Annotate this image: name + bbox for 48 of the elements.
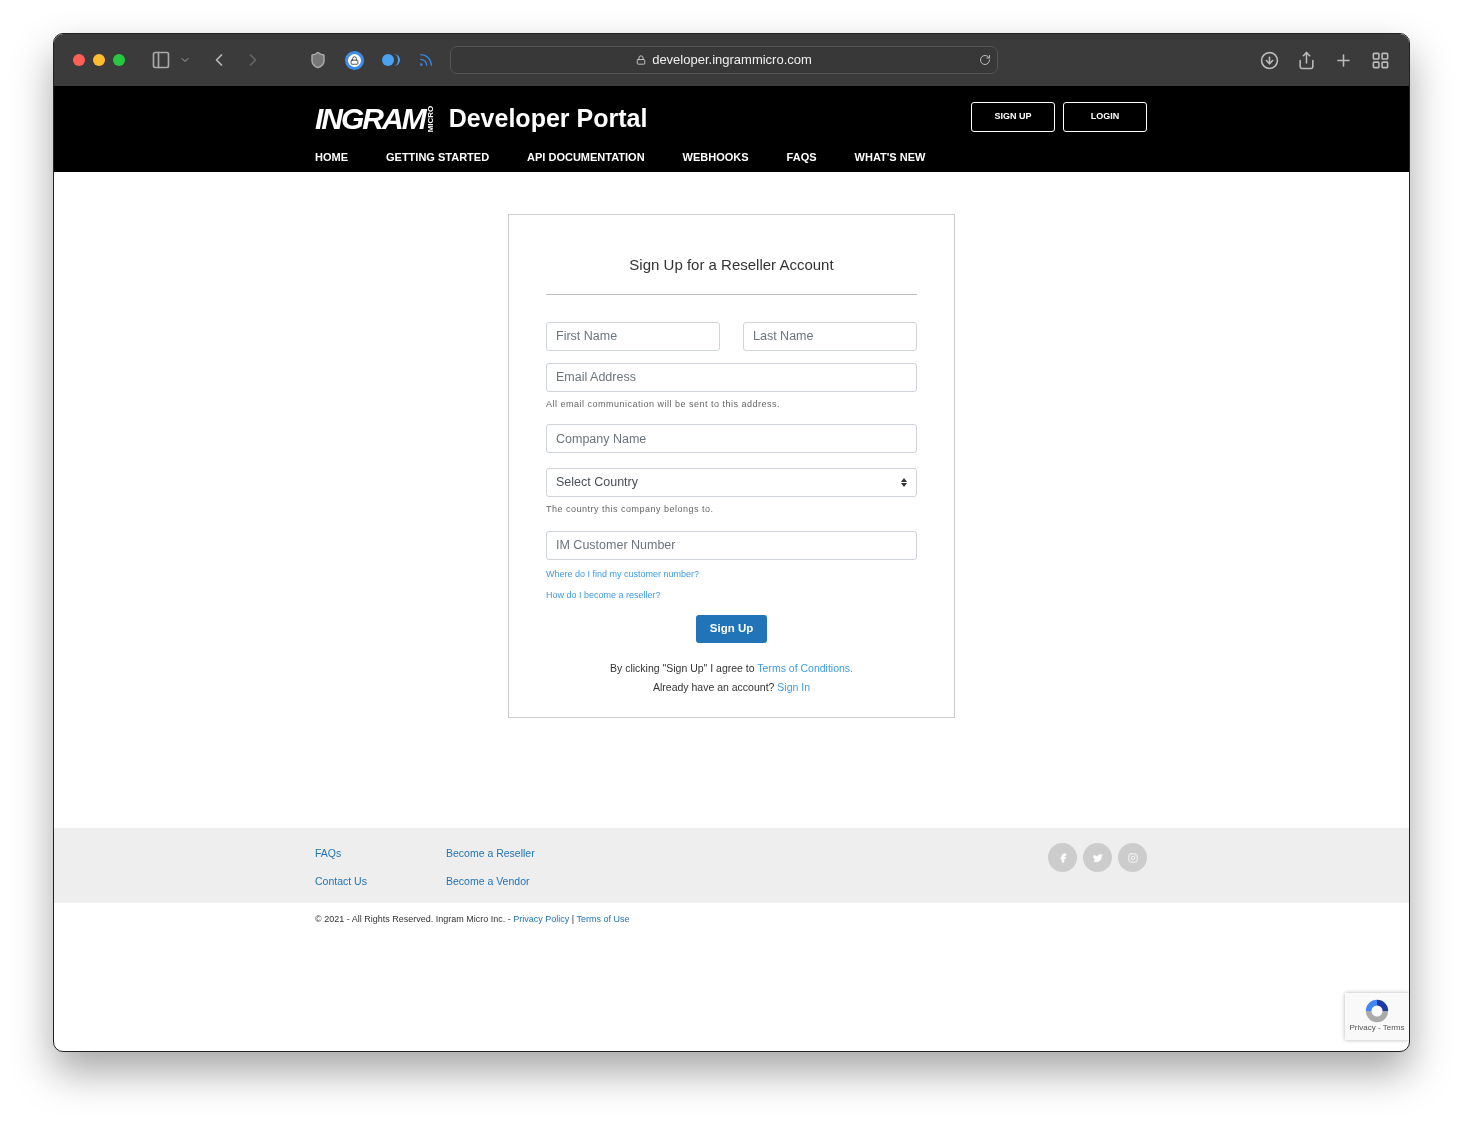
nav-link[interactable]: API DOCUMENTATION [527,149,645,166]
country-select[interactable]: Select Country [546,468,917,497]
portal-title: Developer Portal [448,103,648,135]
input-field[interactable]: Last Name [743,321,917,351]
help-text: The country this company belongs to. [546,503,715,516]
rss-icon[interactable] [418,52,434,68]
nav-link[interactable]: WHAT'S NEW [854,149,926,166]
separator-text: | [571,914,575,924]
account-prompt: Already have an account? [652,681,775,694]
download-icon[interactable] [1260,50,1279,70]
terms-of-use-link[interactable]: Terms of Use [576,914,630,924]
url-text: developer.ingrammicro.com [652,51,812,70]
shield-icon[interactable] [309,51,327,69]
footer-link[interactable]: Become a Vendor [446,873,535,890]
minimize-window-button[interactable] [93,54,105,66]
recaptcha-links: Privacy - Terms [1349,1024,1405,1032]
nav-link[interactable]: HOME [315,149,348,166]
close-window-button[interactable] [73,54,85,66]
recaptcha-badge[interactable]: Privacy - Terms [1345,993,1409,1040]
form-title: Sign Up for a Reseller Account [546,254,917,295]
nav-link[interactable]: WEBHOOKS [682,149,749,166]
copyright-text: © 2021 - All Rights Reserved. Ingram Micro Inc. - [315,914,511,924]
nav-link[interactable]: FAQS [786,149,817,166]
nav-link[interactable]: GETTING STARTED [386,149,490,166]
sign-up-button[interactable]: SIGN UP [971,102,1055,132]
maximize-window-button[interactable] [113,54,125,66]
footer-link[interactable]: Contact Us [315,873,446,890]
share-icon[interactable] [1297,50,1316,70]
help-text: All email communication will be sent to this address. [546,397,782,411]
sidebar-icon[interactable] [151,50,171,70]
lock-icon [636,55,647,65]
sign-up-button[interactable]: Sign Up [696,614,767,643]
footer-link[interactable]: Become a Reseller [446,846,535,862]
sort-arrows-icon [901,478,907,487]
address-bar[interactable]: developer.ingrammicro.com [450,46,998,74]
reload-icon[interactable] [979,54,991,66]
login-button[interactable]: LOGIN [1063,102,1147,132]
footer-link[interactable]: FAQs [315,846,446,862]
input-field[interactable]: First Name [546,321,720,351]
tab-overview-icon[interactable] [1371,50,1390,70]
terms-text: By clicking "Sign Up" I agree to [609,661,755,674]
input-field[interactable]: Company Name [546,424,917,453]
logo: INGRAM MICRO [315,104,437,134]
password-lock-icon[interactable] [345,50,364,70]
input-field[interactable]: IM Customer Number [546,530,917,560]
input-field[interactable]: Email Address [546,362,917,392]
privacy-link[interactable]: Privacy Policy [513,914,570,924]
recaptcha-icon [1364,998,1390,1024]
